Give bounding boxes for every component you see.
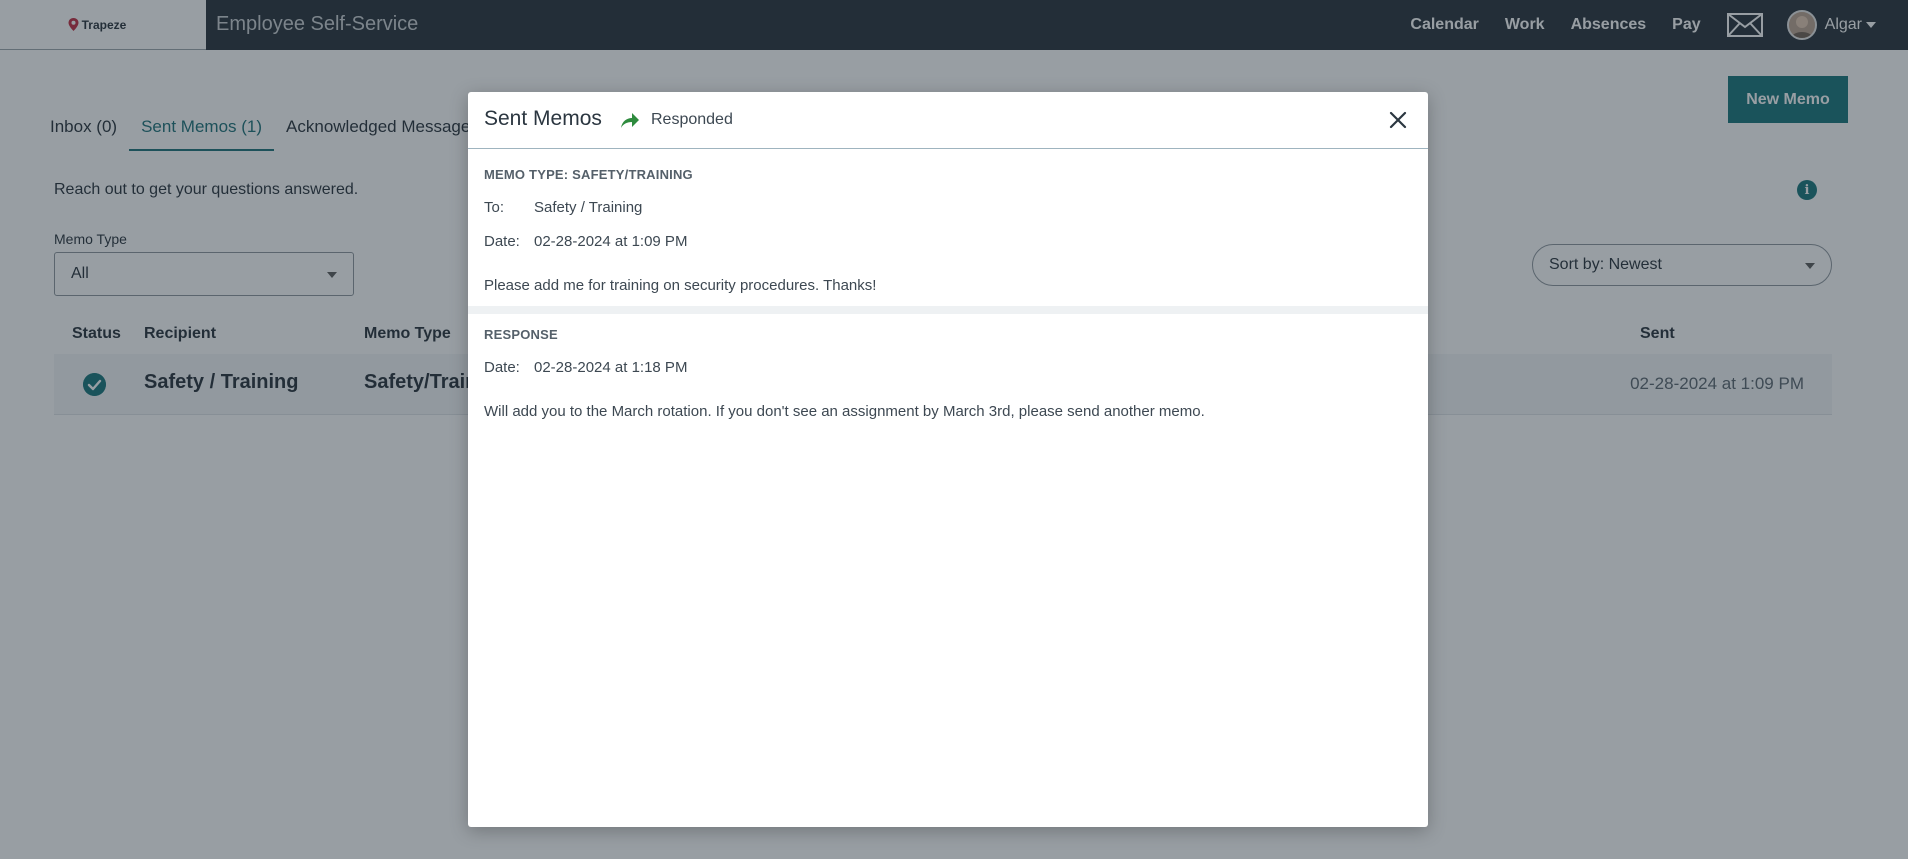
memo-type-heading: MEMO TYPE: SAFETY/TRAINING — [484, 167, 693, 182]
memo-date-value: 02-28-2024 at 1:09 PM — [534, 233, 688, 250]
forward-arrow-icon — [621, 113, 639, 128]
response-body: Will add you to the March rotation. If y… — [484, 403, 1205, 420]
to-value: Safety / Training — [534, 199, 643, 216]
response-date-label: Date: — [484, 359, 520, 376]
response-date-value: 02-28-2024 at 1:18 PM — [534, 359, 688, 376]
memo-date-label: Date: — [484, 233, 520, 250]
response-heading: RESPONSE — [484, 327, 558, 342]
sent-memo-dialog: Sent Memos Responded MEMO TYPE: SAFETY/T… — [468, 92, 1428, 827]
to-label: To: — [484, 199, 505, 216]
dialog-title: Sent Memos — [484, 107, 602, 130]
dialog-header: Sent Memos Responded — [468, 92, 1428, 149]
close-icon[interactable] — [1388, 110, 1408, 130]
section-divider — [468, 306, 1428, 314]
memo-status: Responded — [651, 111, 733, 128]
memo-body: Please add me for training on security p… — [484, 277, 877, 294]
